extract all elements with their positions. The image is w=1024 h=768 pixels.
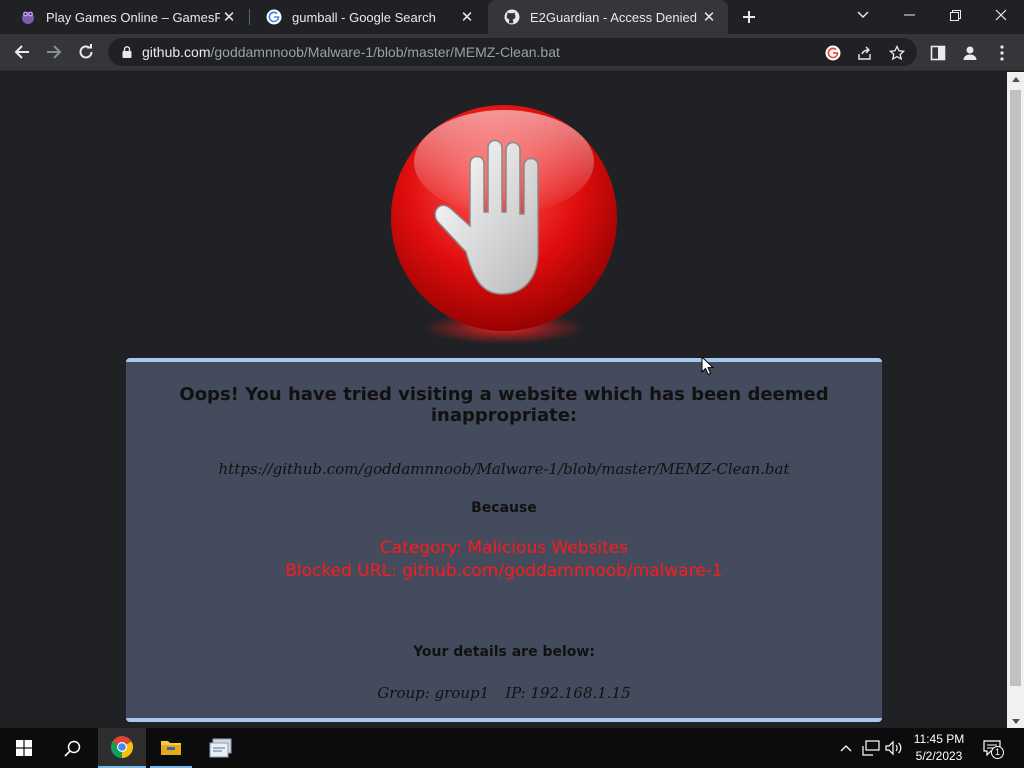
page-content: Oops! You have tried visiting a website …	[0, 72, 1007, 728]
reload-button[interactable]	[72, 38, 100, 66]
details-label: Your details are below:	[413, 644, 595, 660]
tab-title: Play Games Online – GamesFrog	[46, 9, 220, 25]
google-lens-icon[interactable]	[824, 44, 842, 62]
tab-google-search[interactable]: gumball - Google Search ✕	[250, 0, 486, 34]
close-window-button[interactable]	[978, 0, 1024, 30]
tab-access-denied[interactable]: E2Guardian - Access Denied ✕	[488, 0, 728, 34]
user-details: Group: group1 IP: 192.168.1.15	[126, 684, 882, 702]
system-clock[interactable]: 11:45 PM 5/2/2023	[906, 731, 972, 765]
tab-title: gumball - Google Search	[292, 9, 436, 25]
lock-icon[interactable]	[120, 45, 134, 59]
search-icon	[63, 740, 80, 757]
profile-icon[interactable]	[960, 43, 980, 63]
taskbar-file-explorer[interactable]	[150, 728, 192, 768]
back-button[interactable]	[8, 38, 36, 66]
side-panel-icon[interactable]	[928, 43, 948, 63]
close-tab-icon[interactable]: ✕	[700, 8, 718, 26]
app-window-icon	[209, 738, 232, 758]
notification-count-badge: 1	[991, 746, 1004, 759]
folder-icon	[161, 741, 181, 755]
url-text[interactable]: github.com/goddamnnoob/Malware-1/blob/ma…	[142, 44, 560, 60]
taskbar-app[interactable]	[198, 728, 244, 768]
stop-hand-icon	[386, 102, 622, 350]
google-icon	[266, 9, 282, 25]
windows-taskbar: 11:45 PM 5/2/2023	[0, 728, 1024, 768]
start-button[interactable]	[0, 728, 48, 768]
page-scrollbar[interactable]	[1007, 72, 1024, 728]
address-bar[interactable]: github.com/goddamnnoob/Malware-1/blob/ma…	[108, 38, 917, 66]
taskbar-chrome[interactable]	[98, 728, 146, 768]
ip-info: IP: 192.168.1.15	[505, 684, 631, 702]
minimize-button[interactable]	[886, 0, 932, 30]
search-button[interactable]	[48, 728, 96, 768]
because-label: Because	[471, 500, 537, 516]
blocked-full-url: https://github.com/goddamnnoob/Malware-1…	[218, 460, 790, 478]
tab-title: E2Guardian - Access Denied	[530, 9, 697, 25]
share-icon[interactable]	[856, 44, 874, 62]
restore-button[interactable]	[932, 0, 978, 30]
chrome-icon	[111, 736, 133, 758]
category-reason: Category: Malicious Websites	[379, 538, 629, 558]
mouse-cursor-icon	[701, 356, 715, 376]
github-icon	[504, 9, 520, 25]
clock-date: 5/2/2023	[915, 749, 963, 763]
clock-time: 11:45 PM	[913, 732, 965, 746]
volume-icon[interactable]	[884, 738, 904, 758]
scroll-thumb[interactable]	[1010, 90, 1021, 686]
frog-icon	[20, 9, 36, 25]
network-icon[interactable]	[861, 738, 881, 758]
tab-gamesfrog[interactable]: Play Games Online – GamesFrog ✕	[4, 0, 248, 34]
windows-logo-icon	[16, 740, 32, 756]
kebab-menu-icon[interactable]	[992, 43, 1012, 63]
group-info: Group: group1	[377, 684, 490, 702]
scroll-up-arrow-icon[interactable]	[1007, 72, 1024, 86]
access-denied-card: Oops! You have tried visiting a website …	[126, 358, 882, 722]
blocked-url-reason: Blocked URL: github.com/goddamnnoob/malw…	[285, 561, 723, 581]
show-hidden-icons-button[interactable]	[836, 738, 856, 758]
forward-button[interactable]	[40, 38, 68, 66]
new-tab-button[interactable]	[737, 5, 761, 29]
bookmark-star-icon[interactable]	[888, 44, 906, 62]
tab-strip: Play Games Online – GamesFrog ✕ gumball …	[0, 0, 1024, 34]
close-tab-icon[interactable]: ✕	[220, 8, 238, 26]
scroll-down-arrow-icon[interactable]	[1007, 714, 1024, 728]
browser-toolbar: github.com/goddamnnoob/Malware-1/blob/ma…	[0, 34, 1024, 71]
close-tab-icon[interactable]: ✕	[458, 8, 476, 26]
tab-search-button[interactable]	[840, 0, 886, 30]
denied-headline: Oops! You have tried visiting a website …	[179, 384, 829, 426]
